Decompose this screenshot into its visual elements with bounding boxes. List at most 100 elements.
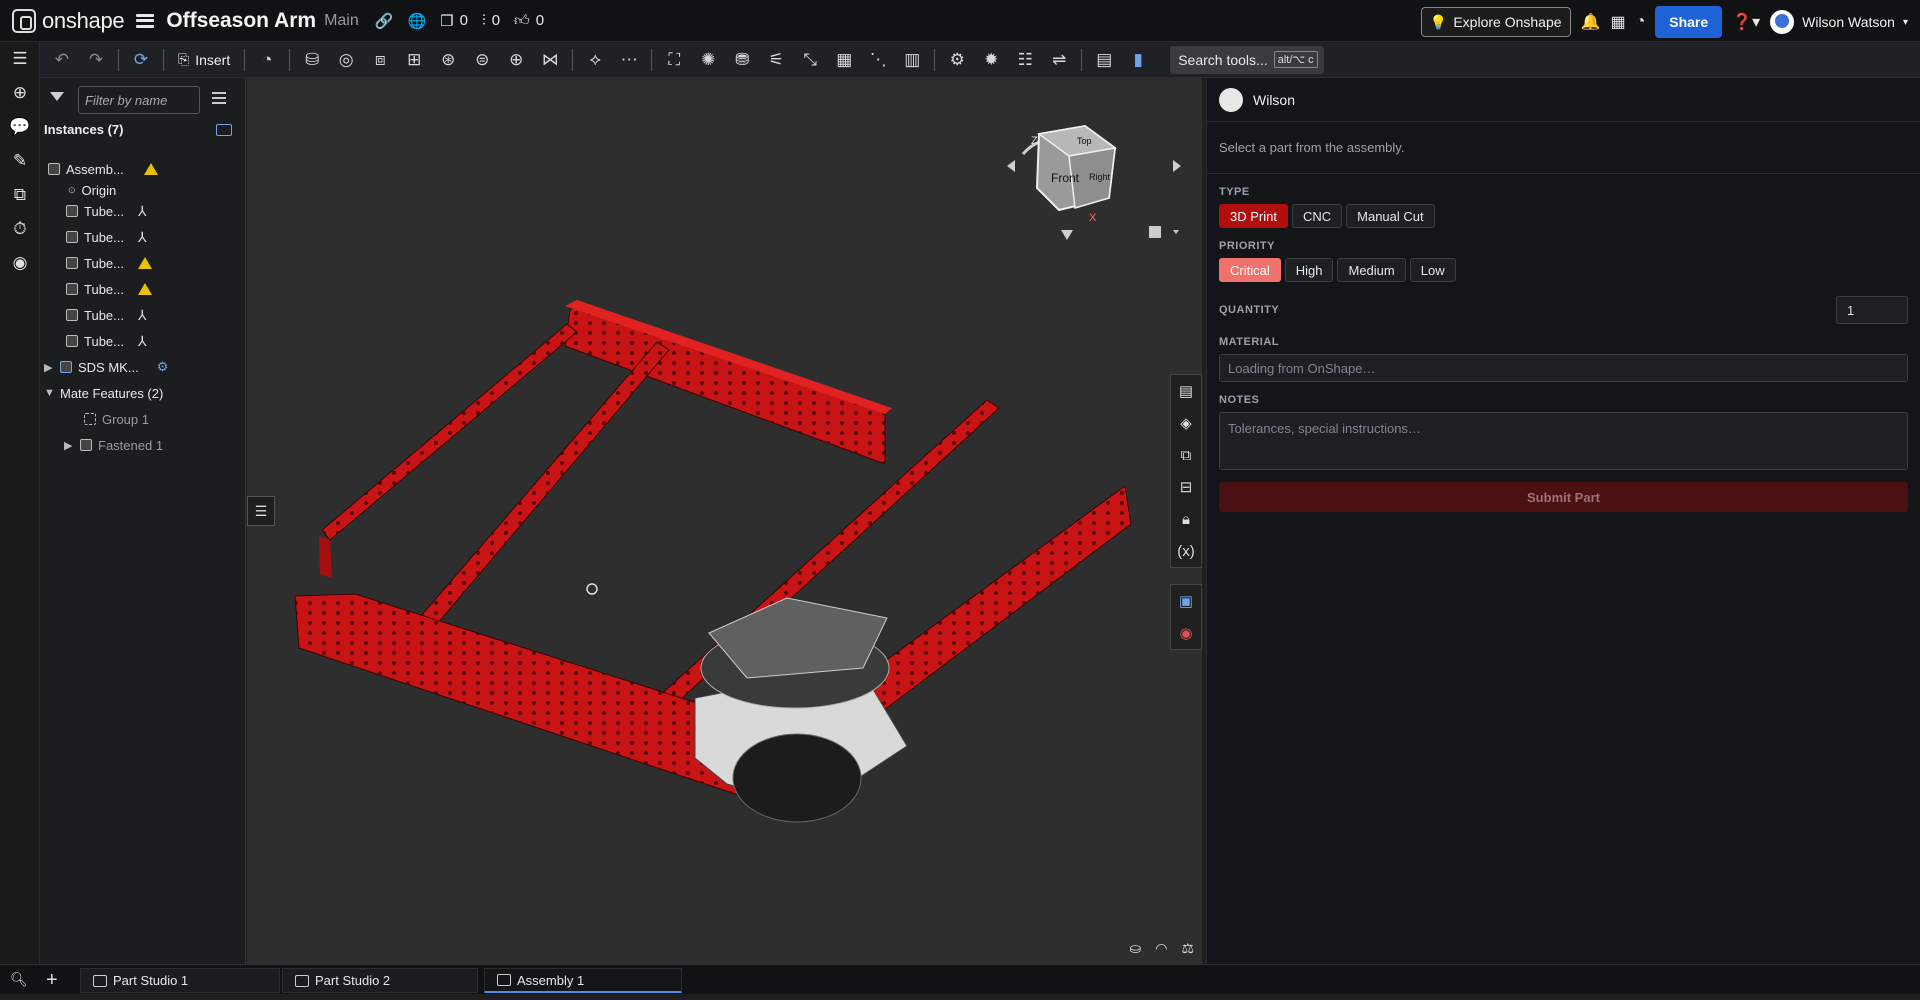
- planar-mate-icon[interactable]: ⊞: [398, 46, 430, 74]
- document-title[interactable]: Offseason Arm: [166, 9, 316, 33]
- menu-icon[interactable]: [136, 13, 155, 28]
- mass-icon[interactable]: ⧉: [1171, 439, 1201, 471]
- feature-list-icon[interactable]: ☰: [0, 42, 40, 76]
- list-item[interactable]: Group 1: [84, 408, 149, 430]
- share-button[interactable]: Share: [1655, 6, 1723, 38]
- properties-icon[interactable]: ▤: [1171, 375, 1201, 407]
- notes-textarea[interactable]: Tolerances, special instructions…: [1219, 412, 1908, 470]
- list-item[interactable]: Tube... ⅄: [66, 226, 147, 248]
- app-store-icon[interactable]: ▦: [1610, 12, 1625, 32]
- priority-low-button[interactable]: Low: [1409, 258, 1456, 282]
- appearance-icon[interactable]: ◈: [1171, 407, 1201, 439]
- globe-icon[interactable]: 🌐: [407, 12, 426, 30]
- chevron-right-icon[interactable]: ▶: [44, 361, 54, 374]
- section-view-icon[interactable]: ⛀: [1129, 940, 1141, 957]
- undo-icon[interactable]: ↶: [46, 46, 78, 74]
- pattern-icon[interactable]: ▦: [828, 46, 860, 74]
- priority-critical-button[interactable]: Critical: [1219, 258, 1281, 282]
- list-item[interactable]: ⊙ Origin: [68, 179, 116, 201]
- collapse-panel-button[interactable]: ☰: [247, 496, 275, 526]
- revolute-mate-icon[interactable]: ◎: [330, 46, 362, 74]
- bom-icon[interactable]: ▥: [896, 46, 928, 74]
- quantity-input[interactable]: 1: [1836, 296, 1908, 324]
- gear-icon[interactable]: ✹: [975, 46, 1007, 74]
- tab-part-studio-1[interactable]: Part Studio 1: [80, 968, 280, 993]
- search-tools-button[interactable]: Search tools... alt/⌥ c: [1170, 45, 1324, 74]
- replicate-icon[interactable]: ⛃: [726, 46, 758, 74]
- material-input[interactable]: Loading from OnShape…: [1219, 354, 1908, 382]
- list-view-icon[interactable]: [212, 92, 226, 104]
- chevron-down-icon[interactable]: ▼: [44, 387, 55, 399]
- search-tabs-icon[interactable]: 🔍︎: [10, 971, 28, 988]
- mate-features-header[interactable]: ▼ Mate Features (2): [44, 382, 163, 404]
- list-item[interactable]: Tube...: [66, 278, 152, 300]
- explode-icon[interactable]: ⚟: [760, 46, 792, 74]
- mirror-icon[interactable]: ⋱: [862, 46, 894, 74]
- gear-relation-icon[interactable]: ✺: [692, 46, 724, 74]
- fastened-mate-icon[interactable]: ⛁: [296, 46, 328, 74]
- timer-icon[interactable]: ⏱: [0, 212, 40, 246]
- variable-icon[interactable]: ⇌: [1043, 46, 1075, 74]
- notification-bell-icon[interactable]: 🔔: [1581, 12, 1601, 32]
- redo-icon[interactable]: ↷: [80, 46, 112, 74]
- user-menu[interactable]: Wilson Watson ▾: [1770, 10, 1908, 34]
- add-tab-icon[interactable]: +: [46, 969, 58, 992]
- submit-part-button[interactable]: Submit Part: [1219, 482, 1908, 512]
- learning-center-icon[interactable]: ◔: [1636, 13, 1646, 31]
- mate-connector-icon[interactable]: ⟡: [579, 46, 611, 74]
- priority-high-button[interactable]: High: [1284, 258, 1334, 282]
- type-3d-print-button[interactable]: 3D Print: [1219, 204, 1288, 228]
- list-item[interactable]: Tube... ⅄: [66, 304, 147, 326]
- type-manual-cut-button[interactable]: Manual Cut: [1346, 204, 1435, 228]
- custom-app-icon[interactable]: ▮: [1122, 46, 1154, 74]
- settings-cog-icon[interactable]: ⚙: [941, 46, 973, 74]
- transform-icon[interactable]: ⤡: [794, 46, 826, 74]
- filter-input[interactable]: Filter by name: [78, 86, 200, 114]
- parts-icon[interactable]: ⧉: [0, 178, 40, 212]
- book-icon[interactable]: ▣: [1171, 585, 1201, 617]
- priority-medium-button[interactable]: Medium: [1337, 258, 1406, 282]
- branches-button[interactable]: ⫶ 0: [482, 12, 500, 29]
- help-icon[interactable]: ❓▾: [1732, 12, 1760, 32]
- linear-pattern-icon[interactable]: ⋯: [613, 46, 645, 74]
- pie-icon[interactable]: ◔: [251, 46, 283, 74]
- ball-mate-icon[interactable]: ⊕: [500, 46, 532, 74]
- tab-part-studio-2[interactable]: Part Studio 2: [282, 968, 478, 993]
- link-icon[interactable]: 🔗: [375, 12, 394, 30]
- insert-part-icon[interactable]: ⊕: [0, 76, 40, 110]
- render-mode-icon[interactable]: ◠: [1155, 940, 1167, 957]
- list-item[interactable]: Assemb...: [48, 158, 158, 180]
- list-item[interactable]: ▶ SDS MK... ⚙: [44, 356, 168, 378]
- measure-icon[interactable]: ⊟: [1171, 471, 1201, 503]
- parallel-mate-icon[interactable]: ⋈: [534, 46, 566, 74]
- custom-feature-icon[interactable]: ▤: [1088, 46, 1120, 74]
- slider-mate-icon[interactable]: ⧈: [364, 46, 396, 74]
- custom-app-icon[interactable]: ◉: [1171, 617, 1201, 649]
- comments-icon[interactable]: 💬: [0, 110, 40, 144]
- filter-icon[interactable]: [50, 92, 64, 101]
- cylindrical-mate-icon[interactable]: ⊛: [432, 46, 464, 74]
- explore-onshape-button[interactable]: 💡 Explore Onshape: [1420, 7, 1571, 37]
- chevron-right-icon[interactable]: ▶: [64, 439, 74, 452]
- list-item[interactable]: Tube... ⅄: [66, 330, 147, 352]
- list-item[interactable]: ▶ Fastened 1: [64, 434, 163, 456]
- rack-icon[interactable]: ☷: [1009, 46, 1041, 74]
- versions-button[interactable]: ❐ 0: [440, 12, 468, 30]
- notes-icon[interactable]: ✎: [0, 144, 40, 178]
- regenerate-icon[interactable]: ⟳: [125, 46, 157, 74]
- explode-view-icon[interactable]: ⚖: [1181, 940, 1194, 957]
- new-folder-icon[interactable]: [216, 124, 232, 136]
- like-button[interactable]: 👍︎ 0: [514, 12, 544, 30]
- group-icon[interactable]: ⛶: [658, 46, 690, 74]
- branch-name[interactable]: Main: [324, 12, 359, 30]
- lock-icon[interactable]: 🔒︎: [1171, 503, 1201, 535]
- list-item[interactable]: Tube... ⅄: [66, 200, 147, 222]
- onshape-logo[interactable]: onshape: [12, 8, 125, 34]
- list-item[interactable]: Tube...: [66, 252, 152, 274]
- apps-icon[interactable]: ◉: [0, 246, 40, 280]
- graphics-viewport[interactable]: Front Top Right Z X ▤ ◈ ⧉ ⊟ 🔒︎ (x) ▣ ◉ ⛀…: [247, 78, 1202, 964]
- pin-slot-mate-icon[interactable]: ⊜: [466, 46, 498, 74]
- type-cnc-button[interactable]: CNC: [1291, 204, 1343, 228]
- tab-assembly-1[interactable]: Assembly 1: [484, 968, 682, 993]
- view-cube[interactable]: Front Top Right Z X: [1007, 124, 1181, 240]
